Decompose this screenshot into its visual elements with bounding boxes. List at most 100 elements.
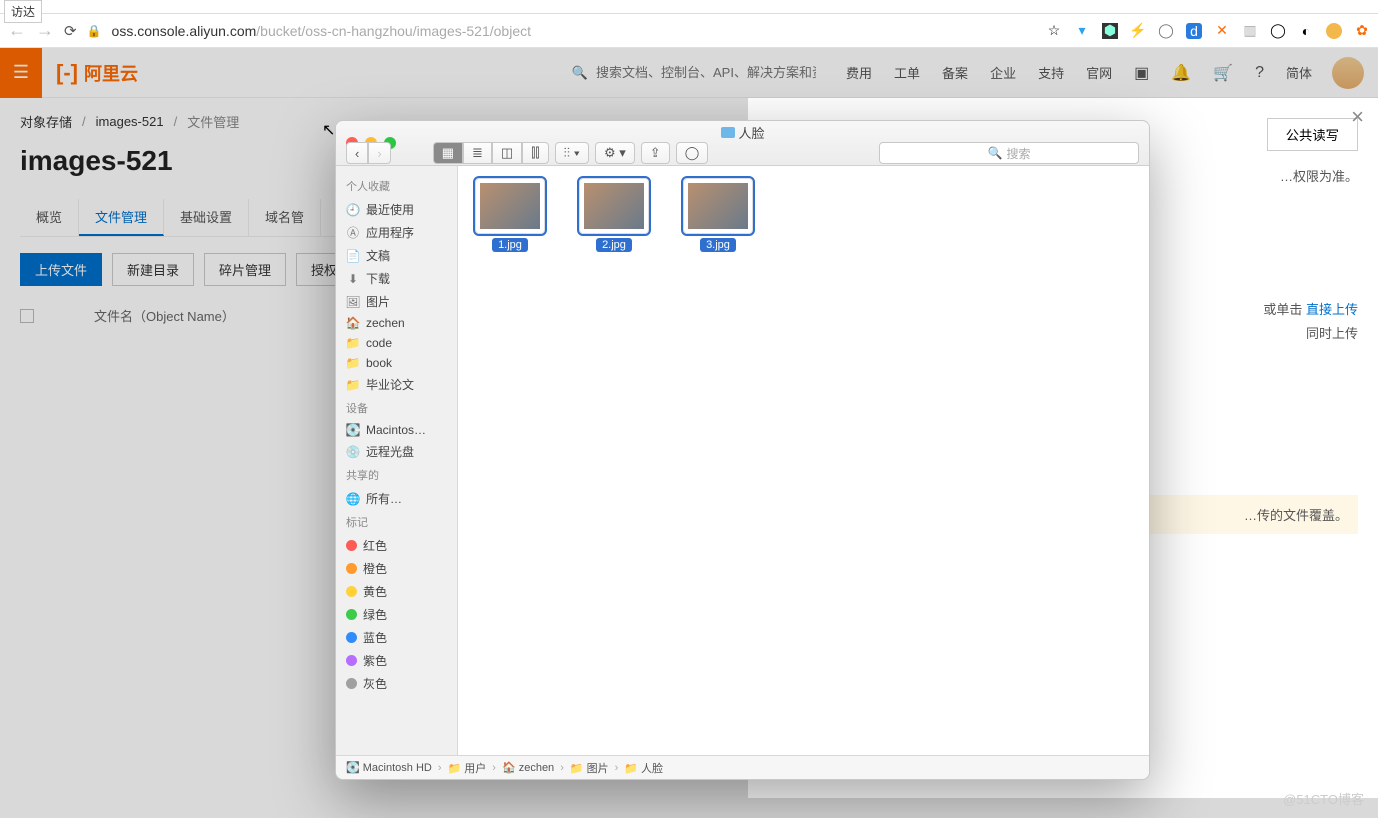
sidebar-item[interactable]: 📁book [336, 353, 457, 373]
ext-icon[interactable]: ✕ [1214, 23, 1230, 39]
sidebar-item[interactable]: 🕘最近使用 [336, 198, 457, 221]
lightning-icon[interactable]: ⚡ [1130, 23, 1146, 39]
pictures-icon: 🖼 [346, 295, 360, 309]
ext-icon[interactable]: ▾ [1074, 23, 1090, 39]
ext-icon[interactable]: ▥ [1242, 23, 1258, 39]
thumbnail [579, 178, 649, 234]
back-icon[interactable]: ← [8, 20, 26, 41]
sidebar-tag[interactable]: 蓝色 [336, 626, 457, 649]
file-item[interactable]: 1.jpg [470, 178, 550, 252]
gallery-view-button[interactable]: ⫿⫿ [522, 142, 548, 164]
finder-window[interactable]: 人脸 ‹ › ▦ ≣ ◫ ⫿⫿ ⫶⫶ ▾ ⚙ ▾ ⇪ ◯ 🔍 搜索 [335, 120, 1150, 780]
finder-title: 人脸 [720, 123, 764, 142]
file-name: 3.jpg [700, 238, 736, 252]
tag-dot-icon [346, 563, 357, 574]
finder-content[interactable]: 1.jpg 2.jpg 3.jpg [458, 166, 1149, 755]
sidebar-tag[interactable]: 绿色 [336, 603, 457, 626]
watermark: @51CTO博客 [1283, 789, 1364, 808]
clock-icon: 🕘 [346, 203, 360, 217]
icon-view-button[interactable]: ▦ [433, 142, 463, 164]
back-button[interactable]: ‹ [346, 142, 368, 164]
sidebar-heading: 设备 [336, 396, 457, 420]
ext-icon[interactable]: ⬢ [1102, 23, 1118, 39]
sidebar-tag[interactable]: 灰色 [336, 672, 457, 695]
disc-icon: 💿 [346, 445, 360, 459]
path-segment[interactable]: 📁 人脸 [624, 760, 663, 776]
ext-icon[interactable]: ◯ [1270, 23, 1286, 39]
ext-icon[interactable]: ◐ [1298, 23, 1314, 39]
tag-dot-icon [346, 632, 357, 643]
ext-icon[interactable]: ◯ [1158, 23, 1174, 39]
globe-icon: 🌐 [346, 492, 360, 506]
home-icon: 🏠 [346, 316, 360, 330]
sidebar-item[interactable]: Ⓐ应用程序 [336, 221, 457, 244]
action-button[interactable]: ⚙ ▾ [595, 142, 635, 164]
forward-icon[interactable]: → [36, 20, 54, 41]
file-name: 1.jpg [492, 238, 528, 252]
sidebar-item[interactable]: 📁code [336, 333, 457, 353]
finder-titlebar[interactable]: 人脸 ‹ › ▦ ≣ ◫ ⫿⫿ ⫶⫶ ▾ ⚙ ▾ ⇪ ◯ 🔍 搜索 [336, 121, 1149, 166]
sidebar-heading: 个人收藏 [336, 174, 457, 198]
sidebar-tag[interactable]: 红色 [336, 534, 457, 557]
finder-search[interactable]: 🔍 搜索 [879, 142, 1139, 164]
list-view-button[interactable]: ≣ [463, 142, 492, 164]
star-icon[interactable]: ☆ [1046, 23, 1062, 39]
share-button[interactable]: ⇪ [641, 142, 670, 164]
forward-button[interactable]: › [368, 142, 390, 164]
sidebar-item[interactable]: 🌐所有… [336, 487, 457, 510]
doc-icon: 📄 [346, 249, 360, 263]
extension-icons: ☆ ▾ ⬢ ⚡ ◯ d ✕ ▥ ◯ ◐ ✿ [1046, 23, 1370, 39]
thumbnail [683, 178, 753, 234]
reload-icon[interactable]: ⟳ [64, 22, 77, 40]
folder-icon: 📁 [346, 378, 360, 392]
tag-dot-icon [346, 655, 357, 666]
lock-icon: 🔒 [87, 24, 102, 38]
close-icon[interactable]: × [1351, 104, 1364, 130]
direct-upload-link[interactable]: 直接上传 [1306, 302, 1358, 317]
sidebar-item[interactable]: 💽Macintos… [336, 420, 457, 440]
arrange-button[interactable]: ⫶⫶ ▾ [555, 142, 589, 164]
ext-icon[interactable] [1326, 23, 1342, 39]
path-bar: 💽 Macintosh HD›📁 用户›🏠 zechen›📁 图片›📁 人脸 [336, 755, 1149, 779]
sidebar-tag[interactable]: 黄色 [336, 580, 457, 603]
folder-icon [720, 127, 734, 138]
tab-tooltip: 访达 [4, 0, 42, 23]
sidebar-item[interactable]: 🖼图片 [336, 290, 457, 313]
browser-tabstrip [0, 0, 1378, 14]
folder-icon: 📁 [346, 356, 360, 370]
sidebar-item[interactable]: 📄文稿 [336, 244, 457, 267]
column-view-button[interactable]: ◫ [492, 142, 522, 164]
tag-dot-icon [346, 609, 357, 620]
url-text[interactable]: oss.console.aliyun.com/bucket/oss-cn-han… [112, 23, 531, 39]
address-bar: ← → ⟳ 🔒 oss.console.aliyun.com/bucket/os… [0, 14, 1378, 48]
thumbnail [475, 178, 545, 234]
sidebar-item[interactable]: 🏠zechen [336, 313, 457, 333]
tag-dot-icon [346, 586, 357, 597]
path-segment[interactable]: 📁 图片 [570, 760, 609, 776]
sidebar-item[interactable]: ⬇下载 [336, 267, 457, 290]
view-switch: ▦ ≣ ◫ ⫿⫿ [433, 142, 549, 164]
file-item[interactable]: 2.jpg [574, 178, 654, 252]
path-segment[interactable]: 💽 Macintosh HD [346, 761, 432, 774]
cursor-icon: ↖ [322, 120, 335, 140]
path-segment[interactable]: 🏠 zechen [502, 761, 554, 774]
sidebar-heading: 标记 [336, 510, 457, 534]
sidebar-tag[interactable]: 紫色 [336, 649, 457, 672]
nav-buttons: ‹ › [346, 142, 391, 164]
sidebar-tag[interactable]: 橙色 [336, 557, 457, 580]
ext-icon[interactable]: d [1186, 23, 1202, 39]
apps-icon: Ⓐ [346, 226, 360, 240]
finder-sidebar: 个人收藏 🕘最近使用 Ⓐ应用程序 📄文稿 ⬇下载 🖼图片 🏠zechen 📁co… [336, 166, 458, 755]
sidebar-item[interactable]: 📁毕业论文 [336, 373, 457, 396]
tag-dot-icon [346, 540, 357, 551]
sidebar-heading: 共享的 [336, 463, 457, 487]
ext-icon[interactable]: ✿ [1354, 23, 1370, 39]
acl-button[interactable]: 公共读写 [1267, 118, 1358, 151]
download-icon: ⬇ [346, 272, 360, 286]
path-segment[interactable]: 📁 用户 [448, 760, 487, 776]
file-name: 2.jpg [596, 238, 632, 252]
tags-button[interactable]: ◯ [676, 142, 709, 164]
disk-icon: 💽 [346, 423, 360, 437]
file-item[interactable]: 3.jpg [678, 178, 758, 252]
sidebar-item[interactable]: 💿远程光盘 [336, 440, 457, 463]
